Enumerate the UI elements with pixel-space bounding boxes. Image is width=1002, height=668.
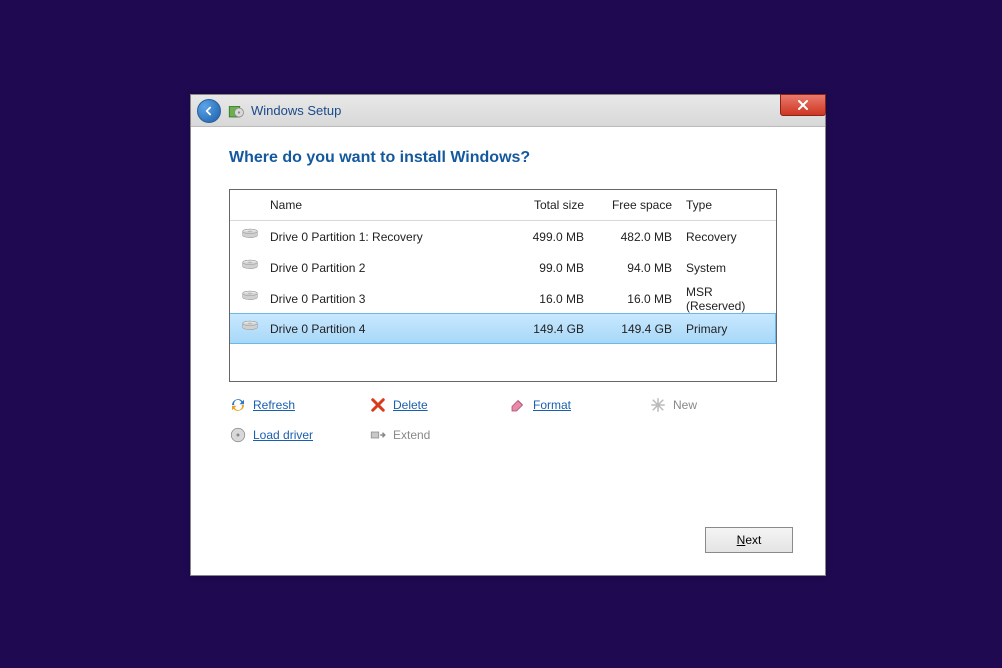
- cell-total: 149.4 GB: [506, 322, 594, 336]
- footer: Next: [705, 527, 793, 553]
- delete-icon: [369, 396, 387, 414]
- cell-name: Drive 0 Partition 3: [270, 292, 506, 306]
- load-driver-action[interactable]: Load driver: [229, 426, 369, 444]
- cell-total: 499.0 MB: [506, 230, 594, 244]
- extend-action[interactable]: Extend: [369, 426, 509, 444]
- cell-name: Drive 0 Partition 1: Recovery: [270, 230, 506, 244]
- cell-free: 94.0 MB: [594, 261, 682, 275]
- next-button[interactable]: Next: [705, 527, 793, 553]
- cell-type: Recovery: [682, 230, 777, 244]
- cell-total: 99.0 MB: [506, 261, 594, 275]
- format-action[interactable]: Format: [509, 396, 649, 414]
- col-header-total[interactable]: Total size: [506, 198, 594, 212]
- cell-free: 149.4 GB: [594, 322, 682, 336]
- cell-name: Drive 0 Partition 2: [270, 261, 506, 275]
- cell-free: 16.0 MB: [594, 292, 682, 306]
- back-arrow-icon: [202, 104, 216, 118]
- col-header-free[interactable]: Free space: [594, 198, 682, 212]
- format-icon: [509, 396, 527, 414]
- table-row[interactable]: Drive 0 Partition 316.0 MB16.0 MBMSR (Re…: [230, 283, 776, 314]
- cell-name: Drive 0 Partition 4: [270, 322, 506, 336]
- col-header-name[interactable]: Name: [270, 198, 506, 212]
- cell-free: 482.0 MB: [594, 230, 682, 244]
- delete-action[interactable]: Delete: [369, 396, 509, 414]
- extend-icon: [369, 426, 387, 444]
- titlebar: Windows Setup: [191, 95, 825, 127]
- page-heading: Where do you want to install Windows?: [229, 149, 787, 167]
- cell-type: Primary: [682, 322, 777, 336]
- refresh-icon: [229, 396, 247, 414]
- disc-icon: [229, 426, 247, 444]
- close-icon: [797, 99, 809, 111]
- table-row[interactable]: Drive 0 Partition 299.0 MB94.0 MBSystem: [230, 252, 776, 283]
- cell-type: MSR (Reserved): [682, 285, 777, 313]
- refresh-action[interactable]: Refresh: [229, 396, 369, 414]
- table-row[interactable]: Drive 0 Partition 1: Recovery499.0 MB482…: [230, 221, 776, 252]
- table-row[interactable]: Drive 0 Partition 4149.4 GB149.4 GBPrima…: [229, 313, 776, 344]
- new-icon: [649, 396, 667, 414]
- drive-icon: [230, 259, 270, 277]
- content-area: Where do you want to install Windows? Na…: [191, 127, 825, 462]
- col-header-type[interactable]: Type: [682, 198, 777, 212]
- new-action[interactable]: New: [649, 396, 789, 414]
- action-bar: Refresh Delete Format New Load driver Ex…: [229, 396, 787, 444]
- back-button[interactable]: [197, 99, 221, 123]
- cell-total: 16.0 MB: [506, 292, 594, 306]
- drive-icon: [230, 290, 270, 308]
- cell-type: System: [682, 261, 777, 275]
- close-button[interactable]: [780, 94, 826, 116]
- setup-window: Windows Setup Where do you want to insta…: [190, 94, 826, 576]
- drive-icon: [230, 320, 270, 338]
- table-header: Name Total size Free space Type: [230, 190, 776, 221]
- window-title: Windows Setup: [251, 103, 341, 118]
- partition-table: Name Total size Free space Type Drive 0 …: [229, 189, 777, 382]
- drive-icon: [230, 228, 270, 246]
- setup-disc-icon: [227, 102, 245, 120]
